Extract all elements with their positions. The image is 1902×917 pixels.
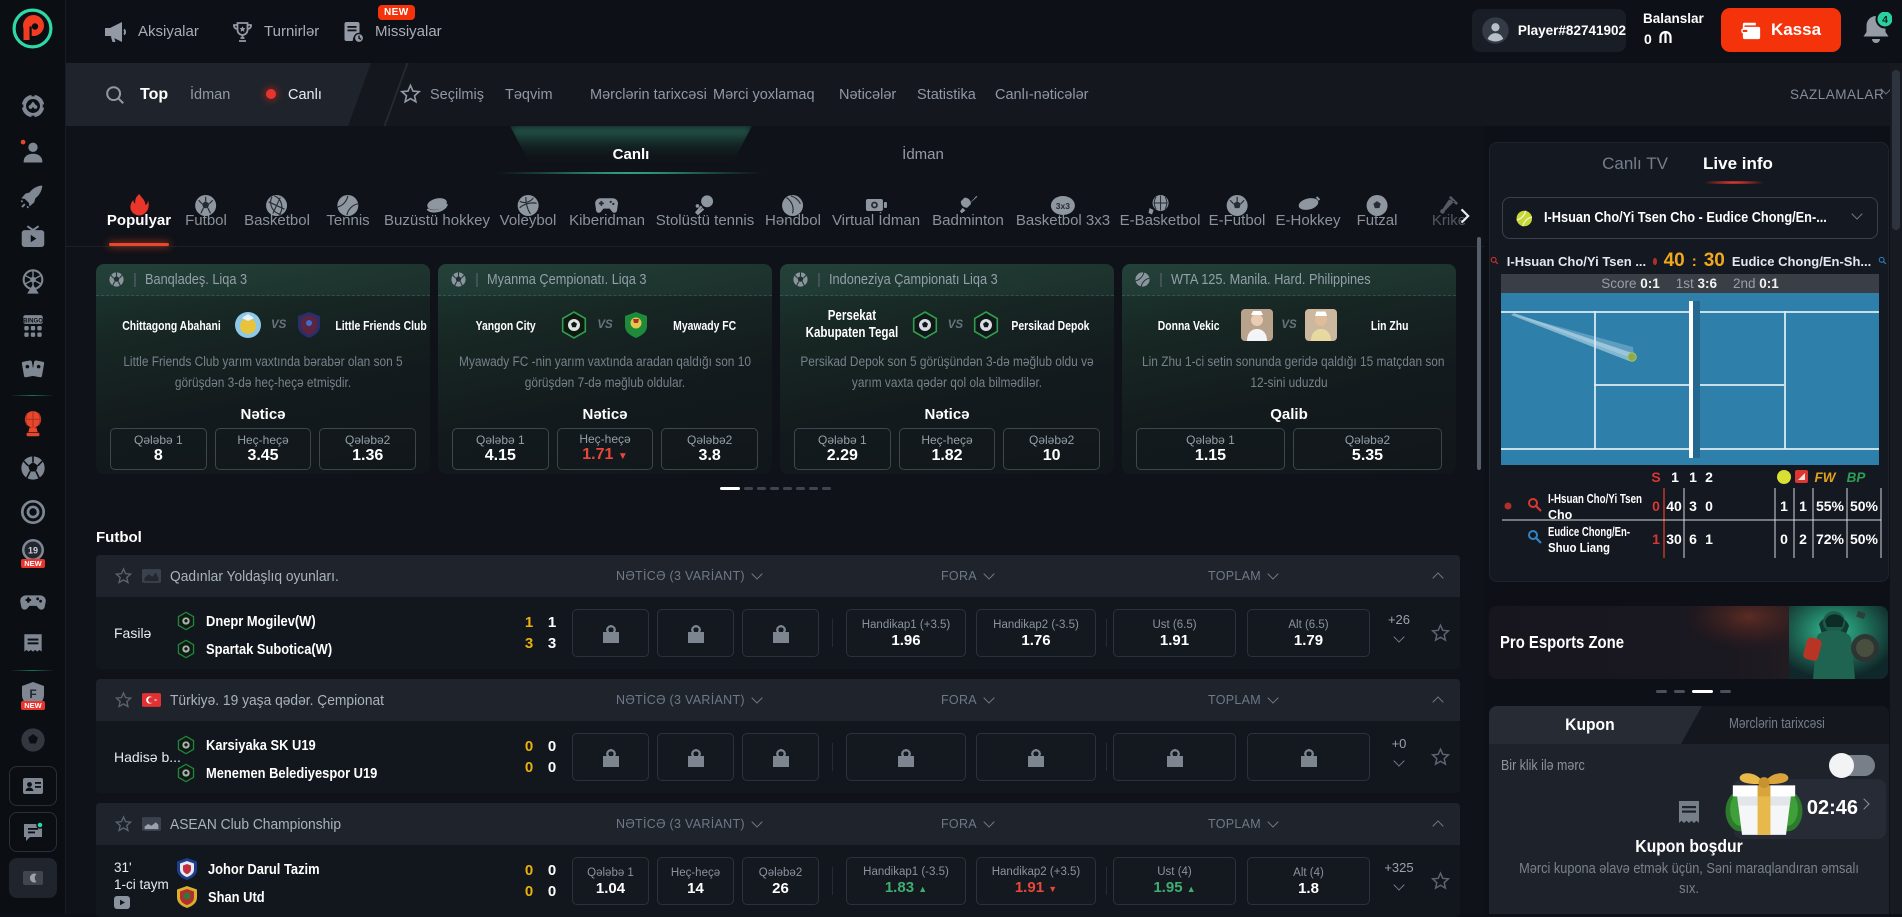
- svg-text:1: 1: [1671, 470, 1679, 485]
- svg-text:30: 30: [1666, 531, 1682, 547]
- svg-text:Shuo Liang: Shuo Liang: [1548, 541, 1610, 555]
- svg-text:19: 19: [27, 546, 37, 556]
- svg-text:0: 0: [1705, 498, 1713, 514]
- svg-text:40: 40: [1666, 498, 1682, 514]
- svg-text:50%: 50%: [1850, 498, 1879, 514]
- svg-text:1: 1: [1799, 498, 1807, 514]
- svg-text:1: 1: [1705, 531, 1713, 547]
- svg-text:2: 2: [1705, 470, 1713, 485]
- svg-text:Cho: Cho: [1548, 508, 1573, 522]
- svg-text:1: 1: [1689, 470, 1697, 485]
- svg-text:S: S: [1651, 470, 1660, 485]
- svg-text:6: 6: [1689, 531, 1697, 547]
- svg-text:0: 0: [1780, 531, 1788, 547]
- svg-text:1: 1: [1652, 531, 1660, 547]
- svg-text:NEW: NEW: [24, 701, 42, 710]
- svg-text:FW: FW: [1815, 470, 1837, 485]
- svg-text:3: 3: [1689, 498, 1697, 514]
- svg-text:Eudice Chong/En-: Eudice Chong/En-: [1548, 525, 1630, 539]
- svg-text:3x3: 3x3: [1056, 201, 1070, 211]
- svg-text:BINGO: BINGO: [23, 318, 43, 324]
- svg-text:4: 4: [1882, 14, 1888, 26]
- svg-text:2: 2: [1799, 531, 1807, 547]
- svg-text:55%: 55%: [1816, 498, 1845, 514]
- svg-text:72%: 72%: [1816, 531, 1845, 547]
- svg-text:BP: BP: [1847, 470, 1867, 485]
- svg-text:NEW: NEW: [24, 559, 42, 568]
- svg-text:F: F: [29, 687, 36, 701]
- svg-text:1: 1: [1780, 498, 1788, 514]
- svg-text:0: 0: [1652, 498, 1660, 514]
- svg-text:50%: 50%: [1850, 531, 1879, 547]
- svg-text:I-Hsuan Cho/Yi Tsen: I-Hsuan Cho/Yi Tsen: [1548, 492, 1642, 506]
